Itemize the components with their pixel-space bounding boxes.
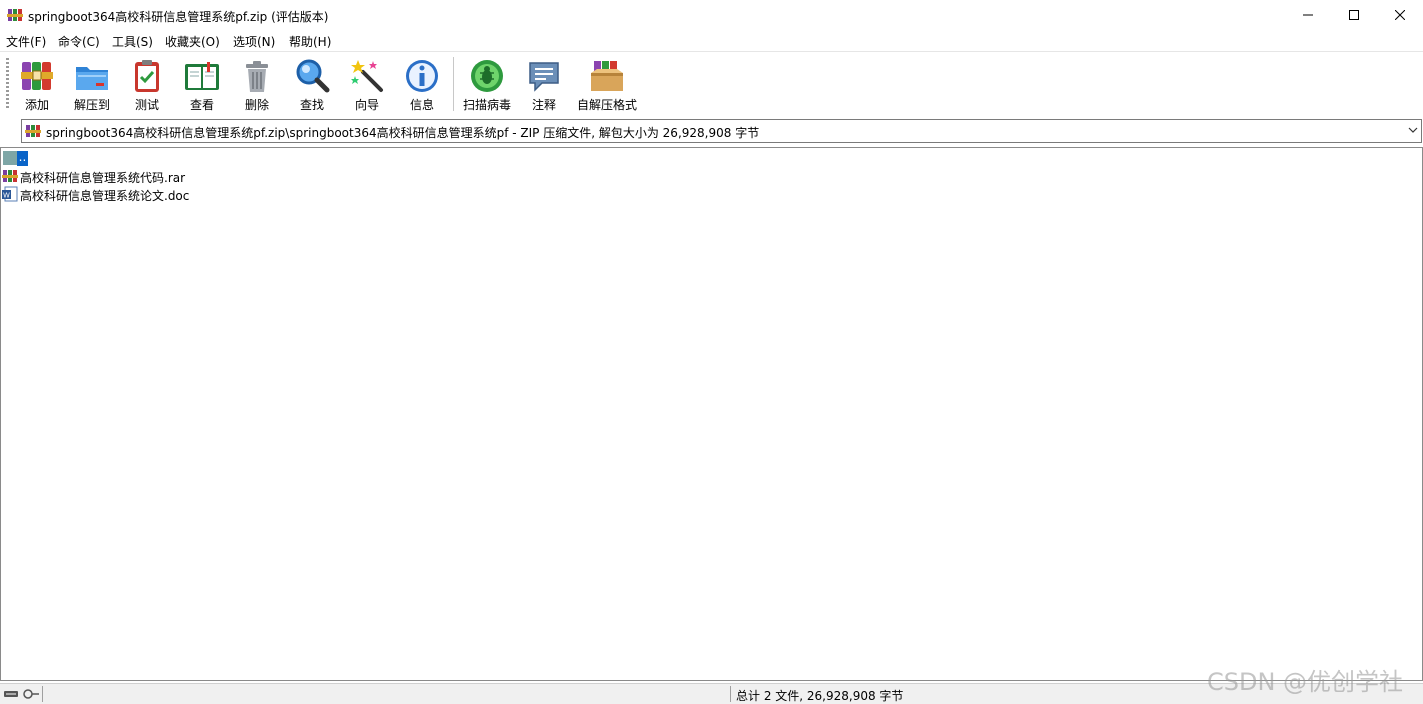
toolbar-grip[interactable]: [6, 58, 9, 110]
view-label: 查看: [189, 98, 214, 112]
chevron-down-icon[interactable]: [1408, 125, 1418, 135]
delete-button[interactable]: 删除: [235, 56, 279, 112]
address-path: springboot364高校科研信息管理系统pf.zip\springboot…: [46, 126, 760, 140]
view-button[interactable]: 查看: [180, 56, 224, 112]
info-button[interactable]: 信息: [400, 56, 444, 112]
drive-key-icon: [4, 689, 39, 699]
info-label: 信息: [409, 98, 434, 112]
close-icon: [1395, 10, 1405, 20]
toolbar: 添加 解压到 测试 查看 删除 查找 向导 信息 扫描病毒 注释 自解压格式: [0, 51, 1423, 114]
status-divider: [42, 686, 43, 702]
menu-commands[interactable]: 命令(C): [58, 33, 100, 50]
title-bar: springboot364高校科研信息管理系统pf.zip (评估版本): [0, 0, 1423, 30]
toolbar-separator: [453, 57, 454, 111]
test-button[interactable]: 测试: [125, 56, 169, 112]
watermark: CSDN @优创学社: [1207, 668, 1404, 696]
test-label: 测试: [134, 98, 159, 112]
test-clipboard-icon: [135, 60, 159, 92]
list-item-name: 高校科研信息管理系统论文.doc: [20, 189, 190, 203]
find-label: 查找: [299, 98, 324, 112]
status-summary: 总计 2 文件, 26,928,908 字节: [736, 689, 904, 703]
info-icon: [406, 60, 438, 92]
add-button[interactable]: 添加: [15, 56, 59, 112]
find-magnifier-icon: [296, 59, 330, 93]
wizard-label: 向导: [354, 98, 379, 112]
parent-folder-icon: [3, 151, 17, 165]
add-archive-icon: [21, 62, 53, 90]
wizard-button[interactable]: 向导: [345, 56, 389, 112]
wizard-wand-icon: [351, 60, 383, 92]
virus-scan-icon: [471, 60, 503, 92]
sfx-box-icon: [591, 61, 623, 91]
menu-favorites[interactable]: 收藏夹(O): [165, 33, 220, 50]
scan-virus-label: 扫描病毒: [462, 98, 511, 112]
window-title: springboot364高校科研信息管理系统pf.zip (评估版本): [28, 10, 329, 24]
menu-options[interactable]: 选项(N): [233, 33, 275, 50]
list-item[interactable]: W 高校科研信息管理系统论文.doc: [1, 185, 221, 203]
menu-bar: 文件(F) 命令(C) 工具(S) 收藏夹(O) 选项(N) 帮助(H): [0, 30, 1423, 50]
maximize-button[interactable]: [1331, 0, 1377, 30]
list-item[interactable]: 高校科研信息管理系统代码.rar: [1, 167, 221, 185]
list-item-name: ..: [17, 150, 28, 166]
winrar-app-icon: [7, 9, 23, 21]
extract-to-label: 解压到: [73, 98, 110, 112]
minimize-icon: [1303, 14, 1313, 16]
svg-text:W: W: [3, 192, 10, 200]
extract-to-button[interactable]: 解压到: [70, 56, 114, 112]
zip-archive-icon: [25, 125, 41, 137]
comment-icon: [529, 62, 559, 92]
sfx-button[interactable]: 自解压格式: [575, 56, 639, 112]
comment-button[interactable]: 注释: [522, 56, 566, 112]
maximize-icon: [1349, 10, 1359, 20]
view-book-icon: [185, 62, 219, 90]
close-button[interactable]: [1377, 0, 1423, 30]
sfx-label: 自解压格式: [576, 98, 637, 112]
menu-help[interactable]: 帮助(H): [289, 33, 331, 50]
delete-label: 删除: [244, 98, 269, 112]
menu-file[interactable]: 文件(F): [6, 33, 46, 50]
rar-file-icon: [2, 170, 18, 182]
scan-virus-button[interactable]: 扫描病毒: [461, 56, 513, 112]
comment-label: 注释: [531, 98, 556, 112]
status-divider: [730, 686, 731, 702]
word-doc-icon: W: [2, 186, 18, 202]
minimize-button[interactable]: [1285, 0, 1331, 30]
list-item-name: 高校科研信息管理系统代码.rar: [20, 171, 186, 185]
menu-tools[interactable]: 工具(S): [112, 33, 153, 50]
address-bar[interactable]: springboot364高校科研信息管理系统pf.zip\springboot…: [21, 119, 1422, 143]
add-label: 添加: [24, 98, 49, 112]
extract-folder-icon: [76, 67, 108, 90]
file-list[interactable]: .. 高校科研信息管理系统代码.rar W 高校科研信息管理系统论文.doc: [0, 147, 1423, 681]
find-button[interactable]: 查找: [290, 56, 334, 112]
list-item-parent[interactable]: ..: [1, 149, 41, 167]
delete-trash-icon: [246, 61, 268, 92]
